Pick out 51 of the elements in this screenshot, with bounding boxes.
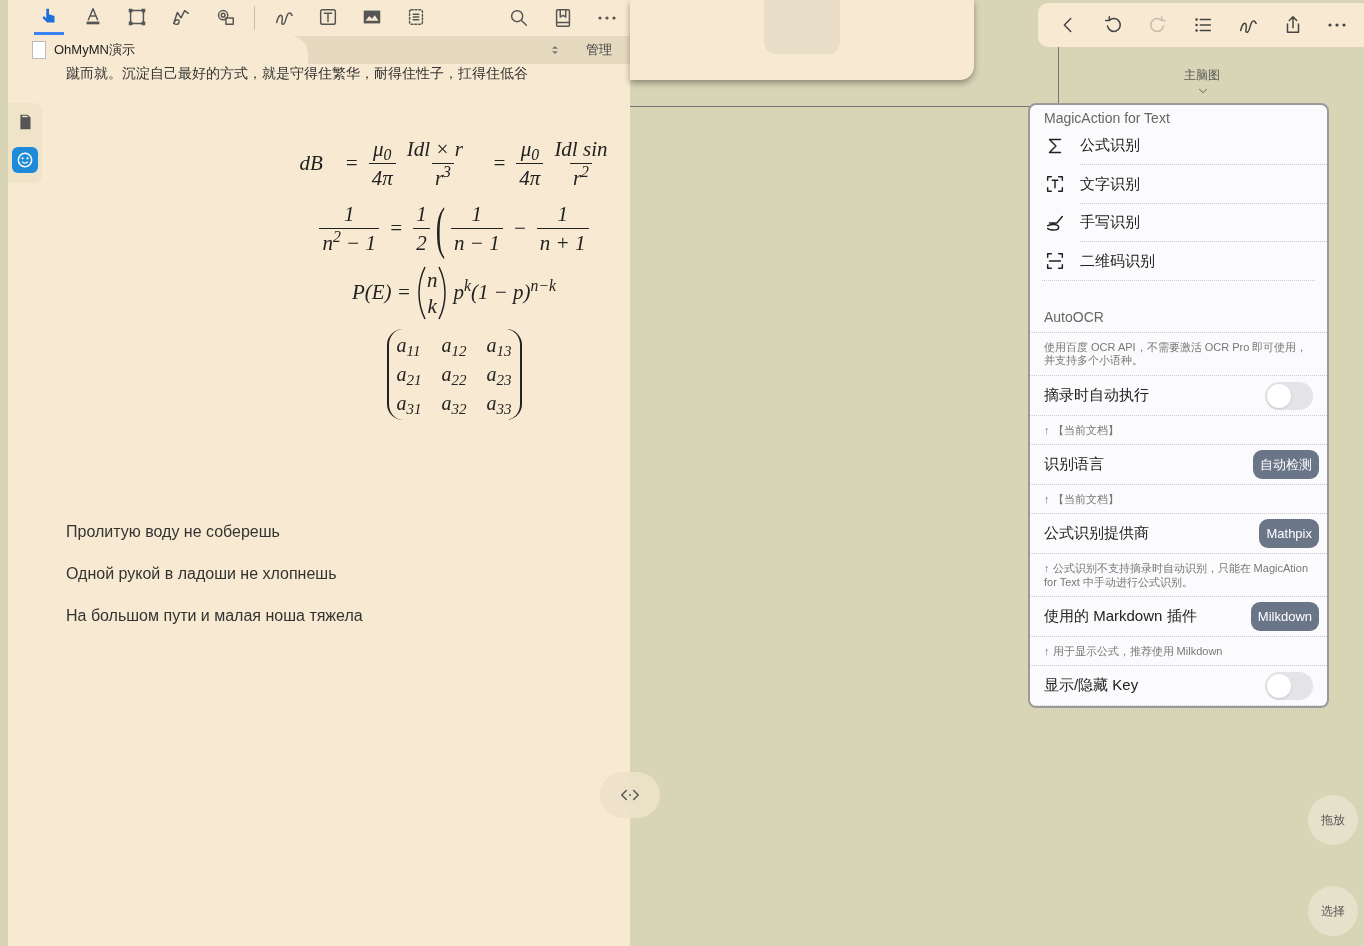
document-text: Пролитую воду не соберешь (66, 522, 281, 542)
action-item[interactable]: 文字识别 (1030, 165, 1327, 204)
value-selector[interactable]: Mathpix (1259, 519, 1319, 548)
floating-button[interactable]: 拖放 (1308, 795, 1358, 845)
document-tab[interactable]: OhMyMN演示 (8, 36, 308, 64)
more-icon (598, 16, 616, 20)
fraction: 1 n + 1 (536, 200, 589, 257)
right-paren (437, 265, 448, 321)
fraction: Idl × r⃗ r$^{3}$ (405, 136, 481, 192)
fraction: Idl sin r$^{2}$ (553, 136, 609, 192)
setting-label: 使用的 Markdown 插件 (1044, 606, 1197, 627)
setting-label: 摘录时自动执行 (1044, 385, 1149, 406)
formula: a$_{11}$ a$_{12}$ a$_{13}$ a$_{21}$ a$_{22}$ a$_{23}$ a$_{31}$ a$_{32}$ a$_{33}$ (386, 329, 522, 420)
more-icon (1328, 23, 1347, 27)
fraction: 1 n − 1 (451, 200, 503, 257)
action-item[interactable]: 二维码识别 (1030, 241, 1327, 280)
setting-note: ↑ 【当前文档】 (1030, 485, 1327, 514)
setting-label: 识别语言 (1044, 454, 1104, 475)
tab-title: OhMyMN演示 (54, 41, 135, 60)
fraction: 1 2 (413, 200, 430, 257)
setting-label: 显示/隐藏 Key (1044, 675, 1139, 696)
smiley-icon (15, 150, 35, 170)
floating-button[interactable]: 选择 (1308, 886, 1358, 936)
action-item[interactable]: 手写识别 (1030, 203, 1327, 242)
fraction: μ$_{0}$ 4π (368, 135, 396, 192)
setting-note: ↑ 【当前文档】 (1030, 416, 1327, 445)
toggle-switch[interactable] (1265, 381, 1313, 410)
pane-resize-handle[interactable] (600, 772, 660, 818)
fraction: 1 n$^{2}$ − 1 (319, 200, 379, 257)
section-description: 使用百度 OCR API，不需要激活 OCR Pro 即可使用，并支持多个小语种。 (1030, 333, 1327, 376)
search-icon (508, 7, 530, 29)
setting-note: ↑ 用于显示公式，推荐使用 Milkdown (1030, 637, 1327, 666)
value-selector[interactable]: Milkdown (1250, 602, 1319, 631)
document-icon (32, 41, 46, 59)
section-title: AutoOCR (1030, 281, 1327, 333)
document-text: Одной рукой в ладоши не хлопнешь (66, 564, 338, 584)
document-text: 蹴而就。沉淀自己最好的方式，就是守得住繁华，耐得住性子，扛得住低谷 (66, 65, 528, 81)
value-selector[interactable]: 自动检测 (1253, 450, 1319, 479)
manage-button[interactable]: 管理 (586, 40, 612, 60)
mindmap-node-card[interactable] (630, 0, 974, 80)
big-parenthesis: ( (435, 200, 445, 257)
left-paren (416, 265, 427, 321)
toggle-switch[interactable] (1265, 671, 1313, 700)
action-item[interactable]: 公式识别 (1030, 127, 1327, 166)
setting-note: ↑ 公式识别不支持摘录时自动识别，只能在 MagicAtion for Text 中手动进行公式识别。 (1030, 554, 1327, 597)
mindmap-label: 主脑图 (1184, 67, 1220, 84)
setting-label: 公式识别提供商 (1044, 523, 1149, 544)
fraction: μ$_{0}$ 4π (516, 135, 544, 192)
plugin-button[interactable] (12, 147, 38, 173)
document-text: На большом пути и малая ноша тяжела (66, 606, 364, 626)
panel-title: MagicAction for Text (1043, 109, 1171, 127)
